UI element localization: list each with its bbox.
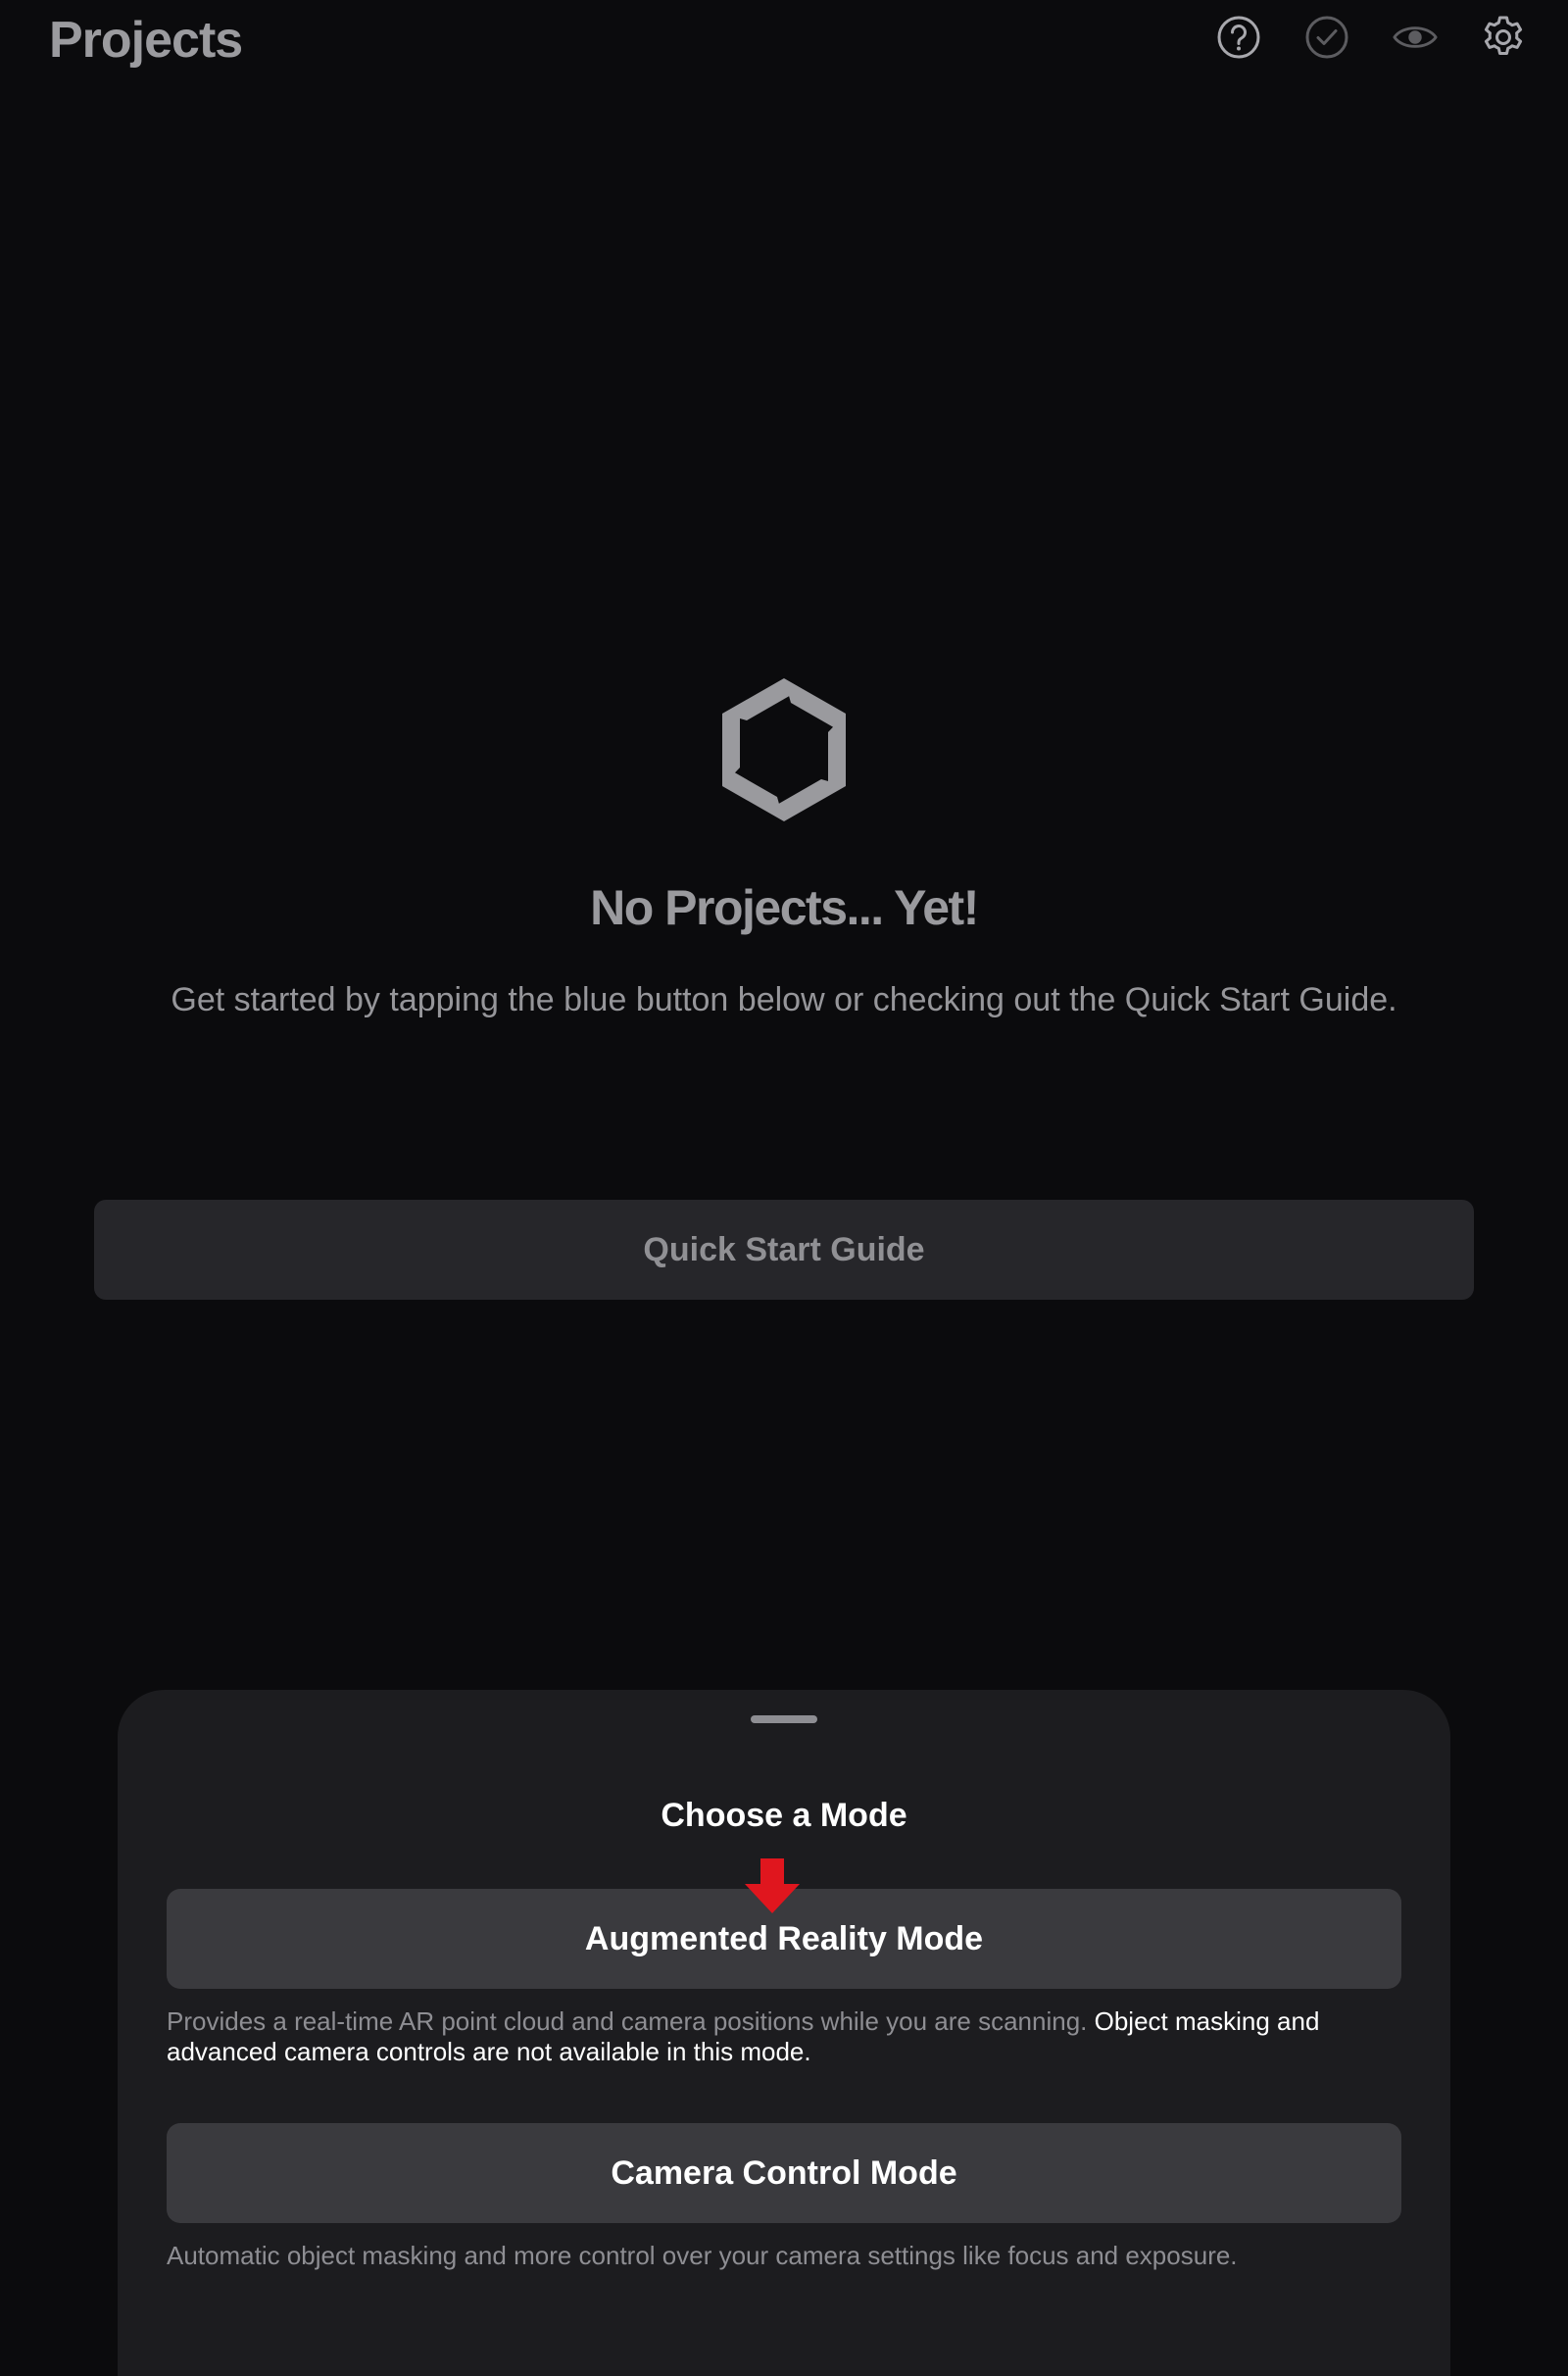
settings-gear-icon[interactable]	[1480, 12, 1527, 63]
top-bar: Projects	[0, 0, 1568, 98]
header-actions	[1215, 12, 1527, 63]
checkmark-icon[interactable]	[1303, 12, 1350, 63]
sheet-title: Choose a Mode	[661, 1797, 907, 1834]
ar-mode-description: Provides a real-time AR point cloud and …	[167, 2006, 1411, 2067]
ar-mode-description-dim: Provides a real-time AR point cloud and …	[167, 2006, 1088, 2036]
camera-control-mode-button[interactable]: Camera Control Mode	[167, 2123, 1401, 2223]
quick-start-guide-button[interactable]: Quick Start Guide	[94, 1200, 1474, 1300]
choose-mode-sheet: Choose a Mode Augmented Reality Mode Pro…	[118, 1690, 1450, 2376]
eye-icon[interactable]	[1392, 12, 1439, 63]
camera-mode-description: Automatic object masking and more contro…	[167, 2241, 1238, 2270]
page-title: Projects	[49, 12, 243, 69]
empty-state-title: No Projects... Yet!	[590, 880, 979, 935]
aperture-logo-icon	[722, 678, 846, 821]
help-icon[interactable]	[1215, 12, 1262, 63]
empty-state: No Projects... Yet! Get started by tappi…	[0, 676, 1568, 1021]
sheet-grabber-handle[interactable]	[751, 1715, 817, 1723]
empty-state-description: Get started by tapping the blue button b…	[171, 981, 1397, 1018]
red-arrow-down-icon	[745, 1858, 800, 1913]
